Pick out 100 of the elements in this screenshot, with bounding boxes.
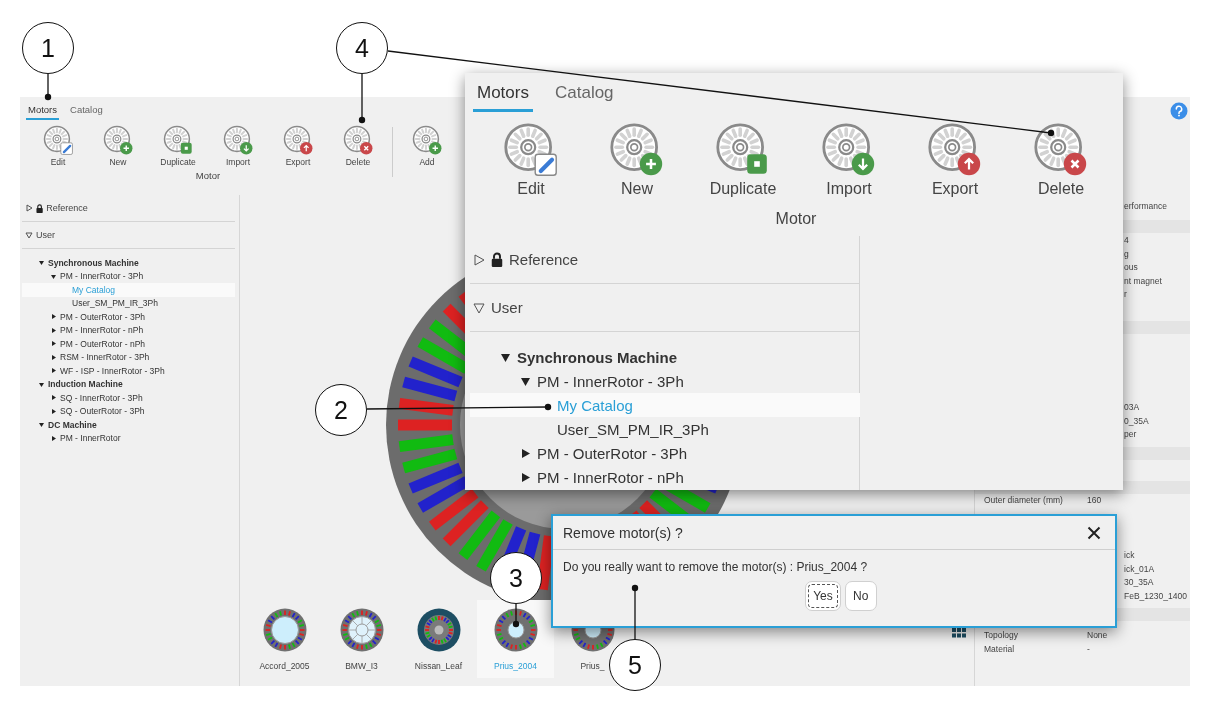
tree-item-label[interactable]: PM - OuterRotor - nPh xyxy=(60,338,146,349)
tree-item-label[interactable]: PM - OuterRotor - 3Ph xyxy=(60,311,146,322)
tree-row[interactable]: PM - InnerRotor - nPh xyxy=(22,323,235,337)
tree-item-label[interactable]: User_SM_PM_IR_3Ph xyxy=(557,420,709,438)
group-label: Motor xyxy=(775,210,817,228)
toolbar-button[interactable]: Import xyxy=(796,122,902,198)
tree-item-label[interactable]: PM - InnerRotor - nPh xyxy=(537,468,684,486)
tree-item-label[interactable]: Synchronous Machine xyxy=(517,348,678,366)
tree-row[interactable]: PM - InnerRotor - 3Ph xyxy=(22,269,235,283)
motor-down-arrow-icon xyxy=(821,122,877,178)
tree-row[interactable]: PM - InnerRotor xyxy=(22,431,235,445)
caret-down-icon[interactable] xyxy=(38,380,45,388)
motor-up-arrow-icon xyxy=(927,122,983,178)
property-label: Outer diameter (mm) xyxy=(984,495,1064,506)
tree-item-label[interactable]: PM - InnerRotor - nPh xyxy=(60,325,144,336)
tree-row[interactable]: DC Machine xyxy=(22,418,235,432)
tab[interactable]: Catalog xyxy=(68,103,105,120)
caret-down-icon[interactable] xyxy=(38,421,45,429)
caret-down-icon[interactable] xyxy=(500,351,511,363)
tree-section-label[interactable]: User xyxy=(491,299,523,316)
property-label: Material xyxy=(984,643,1016,654)
tree-row[interactable]: SQ - OuterRotor - 3Ph xyxy=(22,404,235,418)
toolbar-button[interactable]: Delete xyxy=(1008,122,1114,198)
caret-right-icon[interactable] xyxy=(25,204,33,212)
tree-item-label[interactable]: PM - InnerRotor - 3Ph xyxy=(60,271,144,282)
leader-line xyxy=(44,73,52,101)
tab[interactable]: Catalog xyxy=(550,81,618,112)
tree-item-label[interactable]: User_SM_PM_IR_3Ph xyxy=(72,298,158,309)
tree-row[interactable]: RSM - InnerRotor - 3Ph xyxy=(22,350,235,364)
tree-item-label[interactable]: PM - OuterRotor - 3Ph xyxy=(537,444,688,462)
tree-row[interactable]: Induction Machine xyxy=(22,377,235,391)
tree-row[interactable]: Synchronous Machine xyxy=(22,256,235,270)
property-value: nt magnet xyxy=(1124,275,1162,286)
dialog-button[interactable]: Yes xyxy=(805,581,841,611)
caret-right-icon[interactable] xyxy=(520,447,531,459)
property-value: 03A xyxy=(1124,402,1140,413)
toolbar-button[interactable]: Edit xyxy=(28,125,88,167)
caret-right-icon[interactable] xyxy=(50,434,57,442)
tree-item-label[interactable]: Induction Machine xyxy=(48,379,123,390)
caret-down-icon[interactable] xyxy=(25,231,33,239)
tree-row[interactable]: PM - OuterRotor - 3Ph xyxy=(470,441,860,465)
caret-down-icon[interactable] xyxy=(520,375,531,387)
tab[interactable]: Motors xyxy=(473,81,533,112)
motor-thumbnail[interactable]: BMW_I3 xyxy=(323,600,400,678)
tree-item-label[interactable]: RSM - InnerRotor - 3Ph xyxy=(60,352,150,363)
tree-row[interactable]: PM - OuterRotor - 3Ph xyxy=(22,310,235,324)
tree-row[interactable]: Synchronous Machine xyxy=(470,345,860,369)
dialog-button[interactable]: No xyxy=(844,581,877,611)
tree-item-label[interactable]: WF - ISP - InnerRotor - 3Ph xyxy=(60,365,165,376)
tree-item-label[interactable]: Synchronous Machine xyxy=(48,257,139,268)
group-label: Motor xyxy=(195,170,221,181)
grid-view-button[interactable] xyxy=(952,628,966,638)
toolbar-button[interactable]: Add xyxy=(397,125,457,167)
tree-row[interactable]: User_SM_PM_IR_3Ph xyxy=(22,296,235,310)
property-value: g xyxy=(1124,248,1129,259)
motor-thumbnail[interactable]: Nissan_Leaf xyxy=(400,600,477,678)
property-value: 160 xyxy=(1087,495,1102,506)
tab[interactable]: Motors xyxy=(26,103,60,120)
close-button[interactable] xyxy=(1087,525,1101,540)
toolbar-button[interactable]: Export xyxy=(902,122,1008,198)
property-value: - xyxy=(1087,643,1090,654)
toolbar-button[interactable]: Duplicate xyxy=(690,122,796,198)
property-label: Topology xyxy=(984,630,1020,641)
help-button[interactable] xyxy=(1170,102,1188,120)
tree-row[interactable]: User_SM_PM_IR_3Ph xyxy=(470,417,860,441)
tree-section-label[interactable]: Reference xyxy=(46,203,88,213)
motor-thumbnail[interactable]: Accord_2005 xyxy=(246,600,323,678)
tree-item-label[interactable]: PM - InnerRotor xyxy=(60,433,121,444)
tree-item-label[interactable]: SQ - InnerRotor - 3Ph xyxy=(60,392,143,403)
lock-icon xyxy=(36,203,44,213)
motor-down-arrow-icon xyxy=(222,125,254,156)
tree-row[interactable]: WF - ISP - InnerRotor - 3Ph xyxy=(22,364,235,378)
toolbar-button[interactable]: Delete xyxy=(328,125,388,167)
tree-item-label[interactable]: DC Machine xyxy=(48,419,97,430)
motor-cross-icon xyxy=(1033,122,1089,178)
motor-thumbnail-icon xyxy=(339,607,384,652)
toolbar-button[interactable]: New xyxy=(584,122,690,198)
tree-row[interactable]: PM - InnerRotor - 3Ph xyxy=(470,369,860,393)
tree-row[interactable]: PM - OuterRotor - nPh xyxy=(22,337,235,351)
toolbar-button[interactable]: Duplicate xyxy=(148,125,208,167)
toolbar-button[interactable]: Edit xyxy=(478,122,584,198)
motor-thumbnail-icon xyxy=(262,607,307,652)
motor-pencil-icon xyxy=(42,125,74,156)
toolbar-button[interactable]: Export xyxy=(268,125,328,167)
property-value: ick_01A xyxy=(1124,563,1155,574)
motor-thumbnail-icon xyxy=(493,607,538,652)
lock-icon xyxy=(491,252,503,267)
motor-cross-icon xyxy=(342,125,374,156)
toolbar-button[interactable]: New xyxy=(88,125,148,167)
caret-right-icon[interactable] xyxy=(520,471,531,483)
property-value: ous xyxy=(1124,262,1138,273)
tree-section-label[interactable]: User xyxy=(36,230,55,240)
motor-plus-icon xyxy=(102,125,134,156)
toolbar-button[interactable]: Import xyxy=(208,125,268,167)
tree-item-label[interactable]: SQ - OuterRotor - 3Ph xyxy=(60,406,145,417)
tree-row[interactable]: PM - InnerRotor - nPh xyxy=(470,465,860,489)
property-value: erformance xyxy=(1124,200,1167,211)
tree-item-label[interactable]: PM - InnerRotor - 3Ph xyxy=(537,372,684,390)
tree-section-label[interactable]: Reference xyxy=(509,251,579,268)
tree-row[interactable]: SQ - InnerRotor - 3Ph xyxy=(22,391,235,405)
